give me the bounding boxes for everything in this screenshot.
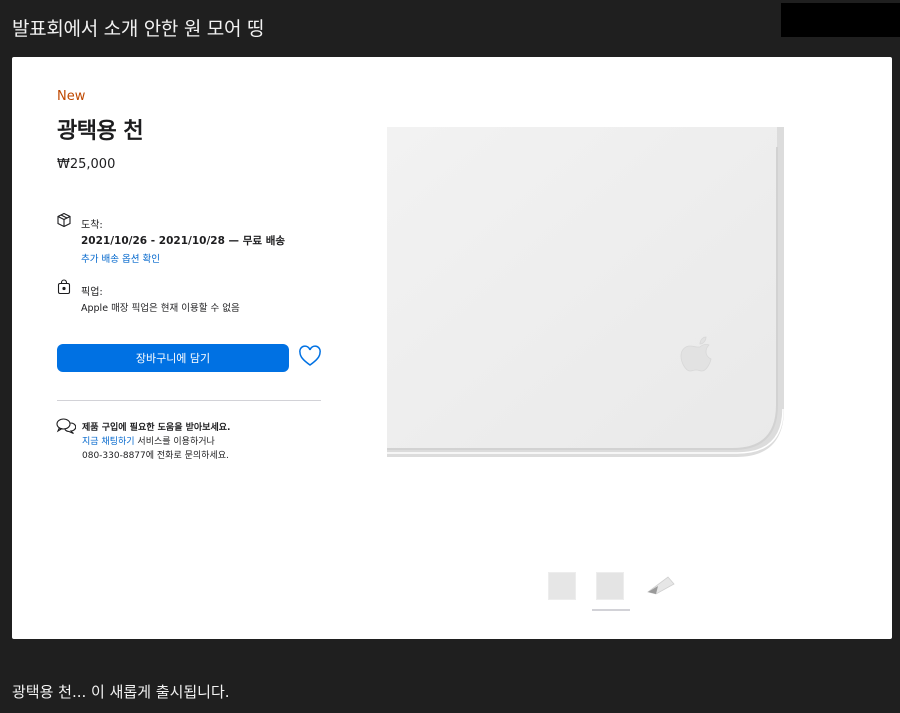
chat-now-link[interactable]: 지금 채팅하기 <box>82 437 135 447</box>
product-image <box>387 127 784 457</box>
help-line-2-text: 서비스를 이용하거나 <box>134 437 215 447</box>
thumbnail-1[interactable] <box>548 572 576 600</box>
thumbnail-3[interactable] <box>644 572 678 598</box>
thumbnail-selected-indicator <box>592 609 630 611</box>
redacted-box <box>781 3 900 37</box>
delivery-dates: 2021/10/26 - 2021/10/28 — 무료 배송 <box>81 235 286 247</box>
delivery-options-link[interactable]: 추가 배송 옵션 확인 <box>81 251 160 265</box>
delivery-label: 도착: <box>81 220 103 231</box>
heart-icon[interactable] <box>298 345 322 367</box>
pickup-label: 픽업: <box>81 287 103 298</box>
new-badge: New <box>57 89 86 104</box>
help-title: 제품 구입에 필요한 도움을 받아보세요. <box>82 423 231 433</box>
box-icon <box>57 212 71 228</box>
product-card: New 광택용 천 ₩25,000 도착: 2021/10/26 - 2021/… <box>12 57 892 639</box>
add-to-bag-button[interactable]: 장바구니에 담기 <box>57 344 289 372</box>
bag-icon <box>57 279 71 295</box>
help-line-2: 지금 채팅하기 서비스를 이용하거나 <box>82 434 215 447</box>
pickup-status: Apple 매장 픽업은 현재 이용할 수 없음 <box>81 303 240 314</box>
chat-icon <box>56 418 76 435</box>
post-caption: 광택용 천... 이 새롭게 출시됩니다. <box>12 683 230 701</box>
apple-logo-icon <box>680 336 712 372</box>
divider <box>57 400 321 401</box>
product-price: ₩25,000 <box>57 157 116 172</box>
help-line-3: 080-330-8877에 전화로 문의하세요. <box>82 451 229 461</box>
product-name: 광택용 천 <box>57 119 144 144</box>
thumbnail-2[interactable] <box>596 572 624 600</box>
post-title: 발표회에서 소개 안한 원 모어 띵 <box>12 18 265 40</box>
